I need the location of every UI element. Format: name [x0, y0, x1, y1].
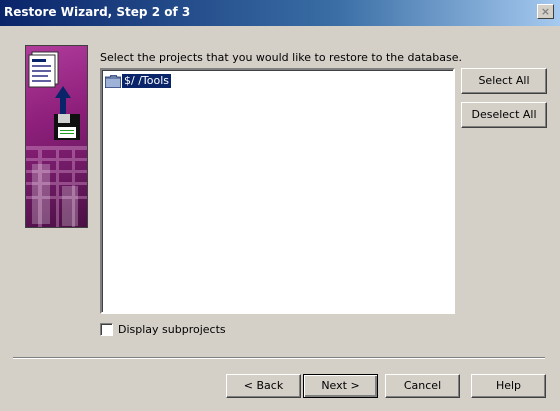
folder-icon [105, 74, 121, 88]
wizard-illustration [25, 45, 88, 228]
title-bar[interactable]: Restore Wizard, Step 2 of 3 × [0, 0, 560, 26]
instruction-text: Select the projects that you would like … [100, 51, 463, 64]
wizard-art-image [26, 51, 87, 227]
select-all-button[interactable]: Select All [461, 68, 547, 94]
project-list[interactable]: $/ /Tools [100, 68, 455, 314]
next-button[interactable]: Next > [303, 374, 378, 398]
display-subprojects-checkbox[interactable] [100, 323, 113, 336]
back-button[interactable]: < Back [226, 374, 301, 398]
display-subprojects-option[interactable]: Display subprojects [100, 323, 226, 336]
cancel-button[interactable]: Cancel [385, 374, 460, 398]
close-button[interactable]: × [537, 4, 554, 19]
help-button[interactable]: Help [471, 374, 546, 398]
list-item[interactable]: $/ /Tools [105, 73, 172, 89]
project-item-label: $/ /Tools [122, 74, 172, 88]
deselect-all-button[interactable]: Deselect All [461, 102, 547, 128]
footer-separator [13, 357, 545, 359]
display-subprojects-label: Display subprojects [118, 323, 226, 336]
restore-wizard-window: Restore Wizard, Step 2 of 3 × Select the… [0, 0, 560, 411]
window-title: Restore Wizard, Step 2 of 3 [4, 5, 191, 19]
